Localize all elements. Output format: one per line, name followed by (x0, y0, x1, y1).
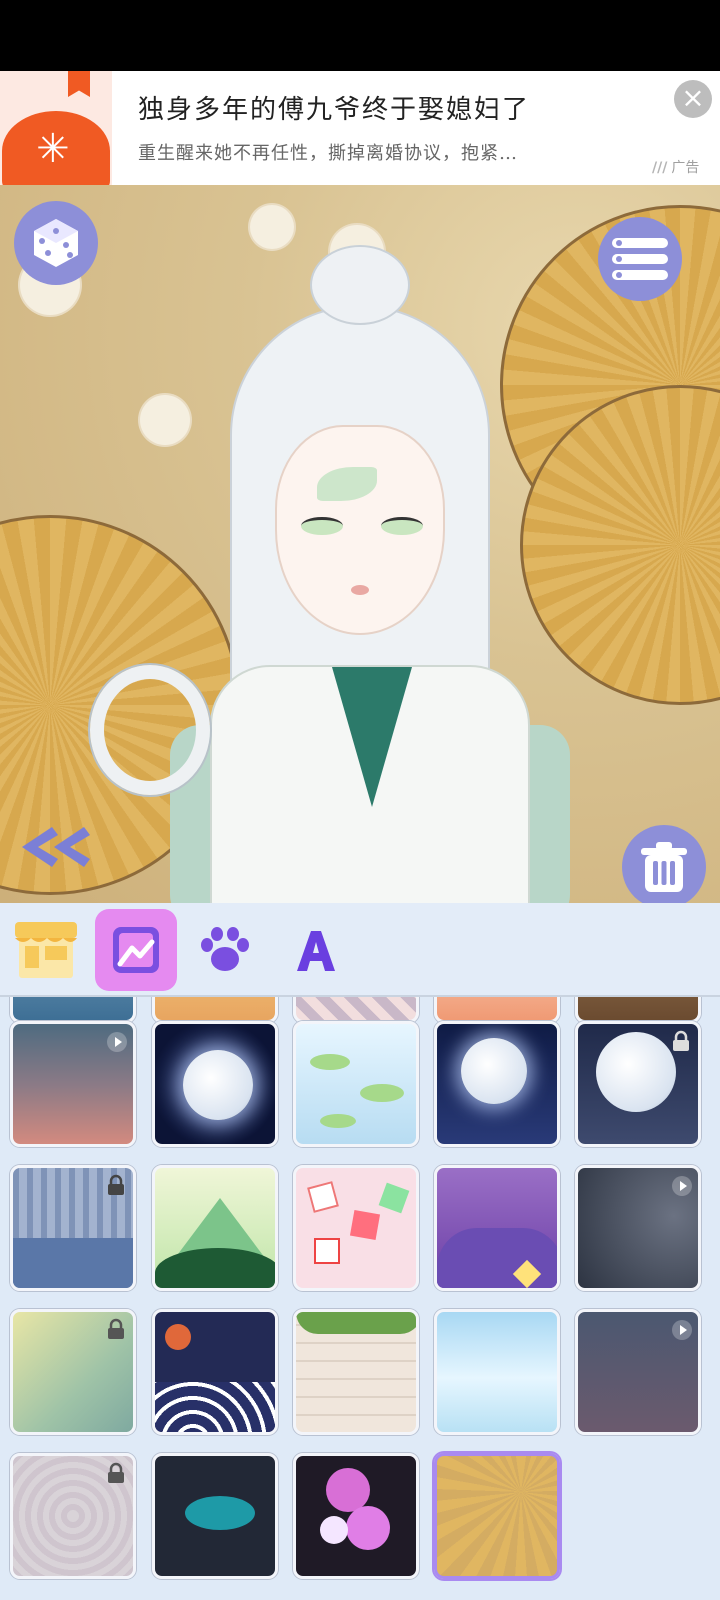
background-tile[interactable] (575, 1309, 701, 1435)
robe-collar (332, 667, 412, 807)
moon-graphic (183, 1050, 253, 1120)
background-tile[interactable] (152, 997, 278, 1023)
tab-backgrounds[interactable] (95, 909, 177, 991)
video-icon (107, 1032, 127, 1052)
ad-label: ///广告 (652, 160, 700, 176)
lock-icon (108, 1462, 124, 1483)
background-tile[interactable] (434, 1165, 560, 1291)
background-image-icon (113, 927, 159, 973)
leaf-ornament (317, 467, 377, 501)
background-tile[interactable] (10, 997, 136, 1023)
lock-icon (673, 1030, 689, 1051)
randomize-button[interactable] (14, 201, 98, 285)
background-tile[interactable] (293, 1165, 419, 1291)
video-icon (672, 1320, 692, 1340)
character-robe (210, 665, 530, 903)
status-bar (0, 0, 720, 71)
background-tile[interactable] (434, 1309, 560, 1435)
tab-pets[interactable] (184, 909, 266, 991)
background-tile[interactable] (434, 1021, 560, 1147)
moon-graphic (596, 1032, 676, 1112)
shop-icon (15, 922, 77, 978)
tab-text[interactable] (275, 909, 357, 991)
background-tile[interactable] (575, 1021, 701, 1147)
ad-banner[interactable]: ✳ 独身多年的傅九爷终于娶媳妇了 重生醒来她不再任性，撕掉离婚协议，抱紧… × … (0, 71, 720, 185)
background-tile[interactable] (152, 1309, 278, 1435)
tomato-logo-mark: ✳ (36, 126, 70, 172)
magnolia-blossom (250, 205, 294, 249)
bookmark-ribbon (68, 71, 90, 97)
character-eye (301, 517, 343, 535)
lock-icon (108, 1318, 124, 1339)
paw-icon (201, 927, 249, 971)
background-tile[interactable] (10, 1309, 136, 1435)
character-eye (381, 517, 423, 535)
tab-shop[interactable] (5, 909, 87, 991)
background-tile[interactable] (152, 1165, 278, 1291)
background-tile[interactable] (10, 1165, 136, 1291)
dice-icon (34, 219, 78, 267)
character-mouth (351, 585, 369, 595)
background-tile[interactable] (152, 1453, 278, 1579)
background-tile[interactable] (575, 1165, 701, 1291)
character-figure (90, 245, 570, 903)
background-tile[interactable] (575, 997, 701, 1023)
character-hair-bun (310, 245, 410, 325)
ad-description[interactable]: 重生醒来她不再任性，撕掉离婚协议，抱紧… (138, 139, 518, 165)
background-tile[interactable] (293, 1453, 419, 1579)
text-a-icon (297, 931, 335, 971)
background-tile[interactable] (152, 1021, 278, 1147)
video-icon (672, 1176, 692, 1196)
background-tile[interactable] (293, 1309, 419, 1435)
white-snake (90, 665, 210, 795)
collapse-button[interactable] (20, 825, 100, 875)
double-chevron-left-icon (22, 827, 90, 867)
background-tile[interactable] (10, 1453, 136, 1579)
moon-graphic (461, 1038, 527, 1104)
background-tile[interactable] (293, 997, 419, 1023)
background-tile[interactable] (293, 1021, 419, 1147)
close-icon[interactable]: × (674, 80, 712, 118)
ad-title[interactable]: 独身多年的傅九爷终于娶媳妇了 (138, 89, 530, 126)
trash-icon (641, 842, 687, 892)
ad-book-cover[interactable]: ✳ (0, 71, 112, 185)
category-tab-bar (0, 903, 720, 997)
character-face (275, 425, 445, 635)
background-grid (0, 997, 720, 1600)
lock-icon (108, 1174, 124, 1195)
character-canvas (0, 185, 720, 903)
background-tile-selected[interactable] (434, 1453, 560, 1579)
delete-button[interactable] (622, 825, 706, 903)
background-tile[interactable] (10, 1021, 136, 1147)
menu-button[interactable] (598, 217, 682, 301)
list-menu-icon (612, 238, 668, 280)
background-tile[interactable] (434, 997, 560, 1023)
